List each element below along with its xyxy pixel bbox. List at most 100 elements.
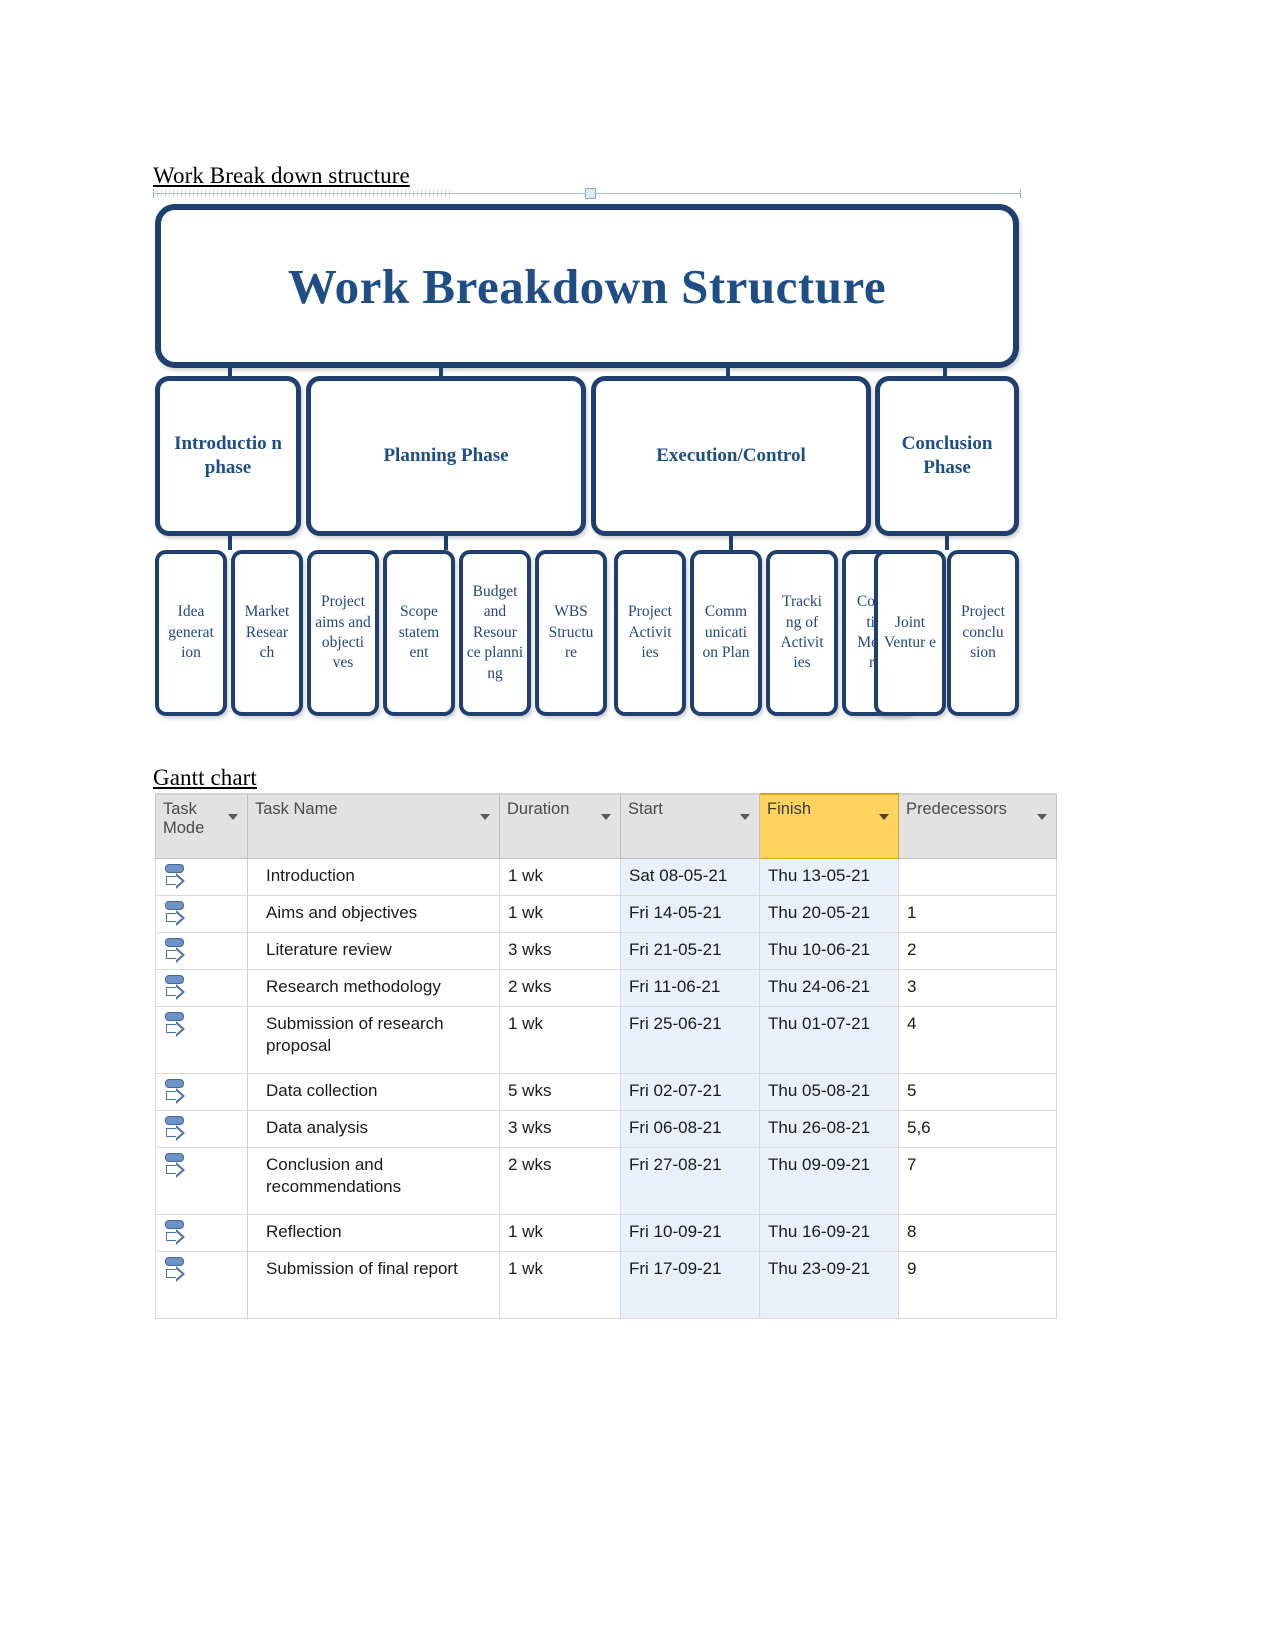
task-mode-cell[interactable] bbox=[155, 858, 248, 896]
duration-cell[interactable]: 2 wks bbox=[499, 969, 621, 1007]
wbs-phase-box-execution-control: Execution/Control bbox=[591, 376, 871, 536]
chevron-down-icon[interactable] bbox=[480, 814, 490, 820]
chevron-down-icon[interactable] bbox=[228, 814, 238, 820]
column-header-finish[interactable]: Finish bbox=[759, 793, 899, 859]
table-row[interactable]: Aims and objectives 1 wk Fri 14-05-21 Th… bbox=[155, 895, 1057, 933]
manually-scheduled-icon[interactable] bbox=[164, 937, 192, 965]
start-cell[interactable]: Fri 02-07-21 bbox=[620, 1073, 760, 1111]
table-row[interactable]: Submission of research proposal 1 wk Fri… bbox=[155, 1006, 1057, 1074]
predecessors-cell[interactable]: 5,6 bbox=[898, 1110, 1057, 1148]
table-row[interactable]: Reflection 1 wk Fri 10-09-21 Thu 16-09-2… bbox=[155, 1214, 1057, 1252]
task-name-cell[interactable]: Reflection bbox=[247, 1214, 500, 1252]
start-cell[interactable]: Fri 10-09-21 bbox=[620, 1214, 760, 1252]
task-name-cell[interactable]: Conclusion and recommendations bbox=[247, 1147, 500, 1215]
finish-cell[interactable]: Thu 24-06-21 bbox=[759, 969, 899, 1007]
duration-cell[interactable]: 5 wks bbox=[499, 1073, 621, 1111]
predecessors-cell[interactable]: 8 bbox=[898, 1214, 1057, 1252]
column-header-label: Task Mode bbox=[163, 800, 205, 838]
task-name-cell[interactable]: Aims and objectives bbox=[247, 895, 500, 933]
manually-scheduled-icon[interactable] bbox=[164, 974, 192, 1002]
manually-scheduled-icon[interactable] bbox=[164, 1256, 192, 1284]
icon-arrow-head-inner bbox=[176, 986, 182, 997]
task-mode-cell[interactable] bbox=[155, 1073, 248, 1111]
column-header-predecessors[interactable]: Predecessors bbox=[898, 793, 1057, 859]
manually-scheduled-icon[interactable] bbox=[164, 1115, 192, 1143]
predecessors-cell[interactable]: 1 bbox=[898, 895, 1057, 933]
column-header-duration[interactable]: Duration bbox=[499, 793, 621, 859]
manually-scheduled-icon[interactable] bbox=[164, 1152, 192, 1180]
task-mode-cell[interactable] bbox=[155, 1251, 248, 1319]
table-row[interactable]: Submission of final report 1 wk Fri 17-0… bbox=[155, 1251, 1057, 1319]
finish-cell[interactable]: Thu 16-09-21 bbox=[759, 1214, 899, 1252]
table-row[interactable]: Literature review 3 wks Fri 21-05-21 Thu… bbox=[155, 932, 1057, 970]
chevron-down-icon[interactable] bbox=[879, 814, 889, 820]
finish-cell[interactable]: Thu 23-09-21 bbox=[759, 1251, 899, 1319]
chevron-down-icon[interactable] bbox=[1037, 814, 1047, 820]
finish-cell[interactable]: Thu 01-07-21 bbox=[759, 1006, 899, 1074]
duration-cell[interactable]: 1 wk bbox=[499, 858, 621, 896]
wbs-leaf-label: Comm unicati on Plan bbox=[702, 603, 750, 662]
finish-cell[interactable]: Thu 10-06-21 bbox=[759, 932, 899, 970]
table-row[interactable]: Research methodology 2 wks Fri 11-06-21 … bbox=[155, 969, 1057, 1007]
predecessors-cell[interactable]: 7 bbox=[898, 1147, 1057, 1215]
column-header-start[interactable]: Start bbox=[620, 793, 760, 859]
object-resize-handle[interactable] bbox=[585, 188, 596, 199]
task-mode-cell[interactable] bbox=[155, 1006, 248, 1074]
duration-cell[interactable]: 1 wk bbox=[499, 895, 621, 933]
duration-cell[interactable]: 1 wk bbox=[499, 1214, 621, 1252]
finish-cell[interactable]: Thu 26-08-21 bbox=[759, 1110, 899, 1148]
predecessors-cell[interactable]: 2 bbox=[898, 932, 1057, 970]
duration-cell[interactable]: 2 wks bbox=[499, 1147, 621, 1215]
start-cell[interactable]: Fri 14-05-21 bbox=[620, 895, 760, 933]
table-row[interactable]: Conclusion and recommendations 2 wks Fri… bbox=[155, 1147, 1057, 1215]
work-breakdown-structure-diagram: Work Breakdown Structure Introductio n p… bbox=[153, 188, 1021, 716]
finish-cell[interactable]: Thu 09-09-21 bbox=[759, 1147, 899, 1215]
task-name-cell[interactable]: Submission of final report bbox=[247, 1251, 500, 1319]
start-cell[interactable]: Fri 06-08-21 bbox=[620, 1110, 760, 1148]
predecessors-cell[interactable] bbox=[898, 858, 1057, 896]
start-cell[interactable]: Fri 17-09-21 bbox=[620, 1251, 760, 1319]
start-cell[interactable]: Fri 25-06-21 bbox=[620, 1006, 760, 1074]
chevron-down-icon[interactable] bbox=[740, 814, 750, 820]
manually-scheduled-icon[interactable] bbox=[164, 863, 192, 891]
task-mode-cell[interactable] bbox=[155, 932, 248, 970]
predecessors-cell[interactable]: 5 bbox=[898, 1073, 1057, 1111]
manually-scheduled-icon[interactable] bbox=[164, 1011, 192, 1039]
task-mode-cell[interactable] bbox=[155, 1214, 248, 1252]
icon-arrow-head-inner bbox=[176, 1127, 182, 1138]
column-header-label: Predecessors bbox=[906, 800, 1007, 818]
start-cell[interactable]: Fri 21-05-21 bbox=[620, 932, 760, 970]
task-name-cell[interactable]: Research methodology bbox=[247, 969, 500, 1007]
column-header-task-mode[interactable]: Task Mode bbox=[155, 793, 248, 859]
finish-cell[interactable]: Thu 13-05-21 bbox=[759, 858, 899, 896]
predecessors-cell[interactable]: 3 bbox=[898, 969, 1057, 1007]
task-name-cell[interactable]: Submission of research proposal bbox=[247, 1006, 500, 1074]
task-name-cell[interactable]: Data analysis bbox=[247, 1110, 500, 1148]
duration-cell[interactable]: 3 wks bbox=[499, 932, 621, 970]
task-mode-cell[interactable] bbox=[155, 969, 248, 1007]
task-name-cell[interactable]: Data collection bbox=[247, 1073, 500, 1111]
task-name-cell[interactable]: Literature review bbox=[247, 932, 500, 970]
predecessors-cell[interactable]: 9 bbox=[898, 1251, 1057, 1319]
start-cell[interactable]: Sat 08-05-21 bbox=[620, 858, 760, 896]
finish-cell[interactable]: Thu 05-08-21 bbox=[759, 1073, 899, 1111]
column-header-task-name[interactable]: Task Name bbox=[247, 793, 500, 859]
table-row[interactable]: Data analysis 3 wks Fri 06-08-21 Thu 26-… bbox=[155, 1110, 1057, 1148]
finish-cell[interactable]: Thu 20-05-21 bbox=[759, 895, 899, 933]
chevron-down-icon[interactable] bbox=[601, 814, 611, 820]
start-cell[interactable]: Fri 27-08-21 bbox=[620, 1147, 760, 1215]
task-mode-cell[interactable] bbox=[155, 1147, 248, 1215]
table-row[interactable]: Introduction 1 wk Sat 08-05-21 Thu 13-05… bbox=[155, 858, 1057, 896]
task-mode-cell[interactable] bbox=[155, 1110, 248, 1148]
manually-scheduled-icon[interactable] bbox=[164, 1219, 192, 1247]
duration-cell[interactable]: 3 wks bbox=[499, 1110, 621, 1148]
task-mode-cell[interactable] bbox=[155, 895, 248, 933]
manually-scheduled-icon[interactable] bbox=[164, 900, 192, 928]
table-row[interactable]: Data collection 5 wks Fri 02-07-21 Thu 0… bbox=[155, 1073, 1057, 1111]
task-name-cell[interactable]: Introduction bbox=[247, 858, 500, 896]
manually-scheduled-icon[interactable] bbox=[164, 1078, 192, 1106]
duration-cell[interactable]: 1 wk bbox=[499, 1006, 621, 1074]
predecessors-cell[interactable]: 4 bbox=[898, 1006, 1057, 1074]
duration-cell[interactable]: 1 wk bbox=[499, 1251, 621, 1319]
start-cell[interactable]: Fri 11-06-21 bbox=[620, 969, 760, 1007]
